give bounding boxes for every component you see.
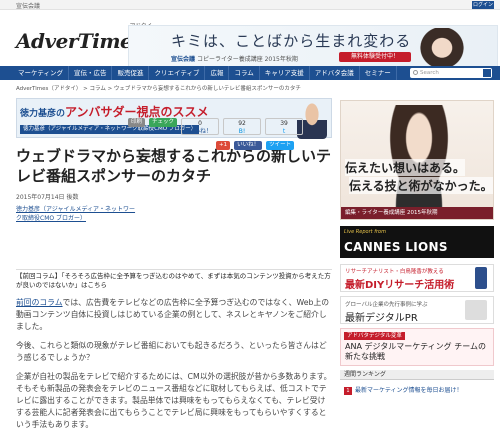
article-date: 2015年07月14日 後数	[16, 194, 79, 201]
main-nav: マーケティング 宣伝・広告 販売促進 クリエイティブ 広報 コラム キャリア支援…	[0, 66, 500, 80]
article-author-link[interactable]: 徳力基彦（アジャイルメディア・ネットワーク取締役CMO ブロガー）	[16, 205, 136, 223]
nav-item-creative[interactable]: クリエイティブ	[149, 66, 206, 80]
social-buttons-row2: +1 いいね！ ツイート	[216, 141, 295, 150]
ad2-big: CANNES LIONS	[344, 240, 448, 254]
nav-item-adbata[interactable]: アドバタ会議	[310, 66, 360, 80]
gplus-button[interactable]: +1	[216, 141, 231, 150]
phone-icon	[475, 267, 487, 289]
article-lede[interactable]: 【前回コラム】「そろそろ広告枠に全予算をつぎ込むのはやめて、まずは本気のコンテン…	[16, 269, 332, 290]
nav-item-ads[interactable]: 宣伝・広告	[69, 66, 113, 80]
sidebar-ad-cannes[interactable]: Live Report from CANNES LIONS	[340, 226, 494, 258]
nav-item-career[interactable]: キャリア支援	[260, 66, 310, 80]
header: AdverTimes. アドタイ キミは、ことばから生まれ変わる 宣伝会議 コピ…	[0, 10, 500, 69]
hatena-count-box[interactable]: 92 B!	[223, 118, 262, 135]
site-name[interactable]: 宣伝会議	[16, 1, 40, 10]
ad-cta-button[interactable]: 無料体験受付中！	[339, 52, 411, 62]
like-count-box[interactable]: 0 いいね！	[181, 118, 220, 135]
ad4-title: 最新デジタルPR	[345, 313, 418, 324]
ad3-title: 最新DIYリサーチ活用術	[345, 280, 455, 291]
ad-sub: 宣伝会議 コピーライター養成講座 2015年秋期	[171, 56, 298, 63]
pocket-button[interactable]: チェック	[149, 118, 178, 127]
search-input[interactable]: Search	[410, 68, 492, 78]
fb-like-button[interactable]: いいね！	[234, 141, 263, 150]
sidebar-ad-digital-pr[interactable]: グローバル企業の先行事例に学ぶ 最新デジタルPR	[340, 296, 494, 324]
nav-item-column[interactable]: コラム	[229, 66, 260, 80]
search-submit-button[interactable]	[483, 69, 491, 77]
sidebar-ad-ana[interactable]: アドバタデジタル変革 ANA デジタルマーケティング チームの新たな挑戦	[340, 328, 494, 366]
sidebar-ad-research[interactable]: リサーチアナリスト・白鳥隆香が教える 最新DIYリサーチ活用術	[340, 264, 494, 292]
ad1-copy-2: 伝える技と術がなかった。	[349, 177, 493, 194]
ad5-title: ANA デジタルマーケティング チームの新たな挑戦	[345, 342, 486, 361]
nav-item-pr[interactable]: 広報	[205, 66, 230, 80]
sidebar: 伝えたい想いはある。 伝える技と術がなかった。 編集・ライター養成講座 2015…	[340, 100, 494, 395]
nav-item-marketing[interactable]: マーケティング	[0, 66, 69, 80]
ranking-item[interactable]: 1 最新マーケティング情報を毎日お届け！	[340, 385, 494, 395]
article-body: 前回のコラムでは、広告費をテレビなどの広告枠に全予算つぎ込むのではなく、Web上…	[16, 297, 332, 431]
article-title: ウェブドラマから妄想するこれからの新しいテレビ番組スポンサーのカタチ	[16, 147, 332, 185]
top-bar: 宣伝会議 ログイン	[0, 0, 500, 10]
social-buttons: 印刷 チェック 0 いいね！ 92 B! 39 t	[128, 118, 304, 135]
weekly-ranking: 週間ランキング 1 最新マーケティング情報を毎日お届け！	[340, 370, 494, 395]
tweet-button[interactable]: ツイート	[266, 141, 295, 150]
ad1-footer: 編集・ライター養成講座 2015年秋期	[341, 207, 493, 219]
paragraph-1: 前回のコラムでは、広告費をテレビなどの広告枠に全予算つぎ込むのではなく、Web上…	[16, 298, 330, 331]
print-button[interactable]: 印刷	[128, 118, 146, 127]
login-button[interactable]: ログイン	[472, 1, 494, 9]
ad3-sub: リサーチアナリスト・白鳥隆香が教える	[345, 269, 444, 275]
ad-copy: キミは、ことばから生まれ変わる	[171, 32, 412, 50]
breadcrumb[interactable]: AdverTimes（アドタイ） > コラム > ウェブドラマから妄想するこれか…	[16, 84, 301, 92]
ad-model-image	[417, 28, 467, 68]
ad5-badge: アドバタデジタル変革	[344, 332, 405, 340]
ad2-small: Live Report from	[344, 229, 386, 235]
tweet-count-box[interactable]: 39 t	[265, 118, 304, 135]
paragraph-3: 企業が自社の製品をテレビで紹介するためには、CM以外の選択肢が昔から多数あります…	[16, 372, 332, 429]
top-banner-ad[interactable]: キミは、ことばから生まれ変わる 宣伝会議 コピーライター養成講座 2015年秋期…	[128, 25, 498, 69]
ad1-copy-1: 伝えたい想いはある。	[345, 159, 466, 176]
ad4-sub: グローバル企業の先行事例に学ぶ	[345, 302, 428, 308]
search-icon	[413, 70, 418, 75]
device-icon	[465, 300, 487, 320]
paragraph-2: 今後、これらと類似の現象がテレビ番組においても起きるだろう、といったら皆さんはど…	[16, 341, 327, 362]
nav-item-seminar[interactable]: セミナー	[360, 66, 397, 80]
nav-item-promotion[interactable]: 販売促進	[112, 66, 150, 80]
ranking-heading: 週間ランキング	[340, 370, 494, 380]
sidebar-ad-writer[interactable]: 伝えたい想いはある。 伝える技と術がなかった。 編集・ライター養成講座 2015…	[340, 100, 494, 220]
prev-column-link[interactable]: 前回のコラム	[16, 298, 63, 307]
